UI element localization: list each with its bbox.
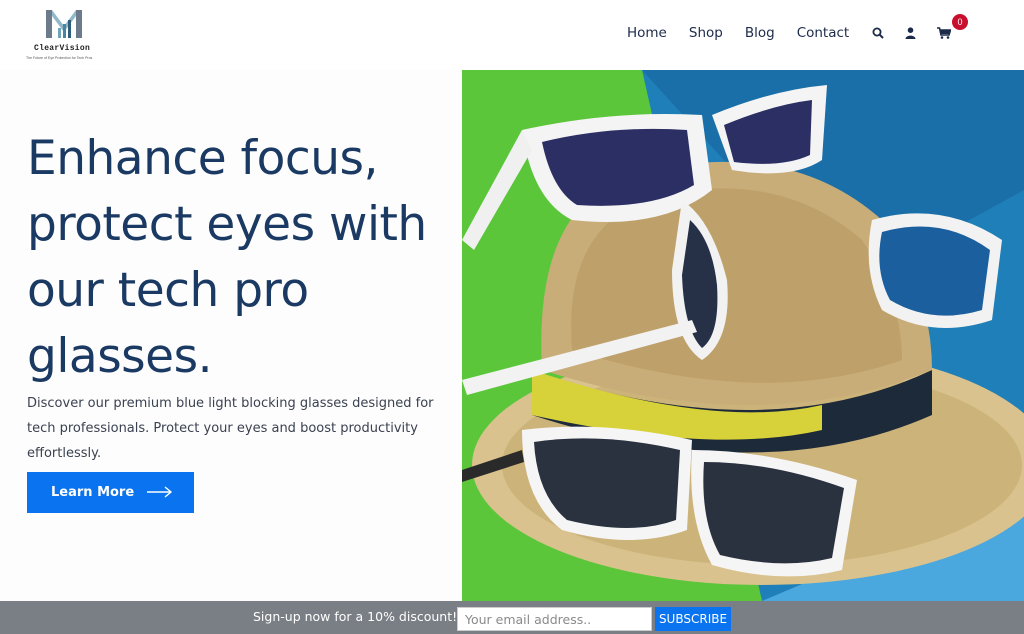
cart-icon[interactable] xyxy=(936,24,952,42)
signup-text: Sign-up now for a 10% discount!! xyxy=(253,609,463,624)
sunglasses-on-hat-illustration xyxy=(462,70,1024,601)
site-header: ClearVision The Future of Eye Protection… xyxy=(0,0,1024,70)
nav-item-home[interactable]: Home xyxy=(627,24,667,42)
signup-bar: Sign-up now for a 10% discount!! SUBSCRI… xyxy=(0,601,1024,634)
user-icon[interactable] xyxy=(902,24,918,42)
learn-more-label: Learn More xyxy=(51,485,135,500)
learn-more-button[interactable]: Learn More xyxy=(27,472,194,513)
hero-title: Enhance focus, protect eyes with our tec… xyxy=(27,131,427,384)
brand-tagline: The Future of Eye Protection for Tech Pr… xyxy=(26,56,93,60)
hero-description: Discover our premium blue light blocking… xyxy=(27,396,434,461)
hero-text-panel: Enhance focus, protect eyes with our tec… xyxy=(0,70,462,601)
search-icon[interactable] xyxy=(870,24,886,42)
hero-product-image xyxy=(462,70,1024,601)
logo-mark-icon xyxy=(46,10,82,38)
email-input[interactable] xyxy=(457,607,652,631)
subscribe-button[interactable]: SUBSCRIBE xyxy=(655,607,731,631)
sunglasses-right xyxy=(868,213,1002,328)
brand-logo[interactable]: ClearVision The Future of Eye Protection… xyxy=(26,6,116,62)
cart-count-badge: 0 xyxy=(952,14,968,30)
nav-item-shop[interactable]: Shop xyxy=(689,24,723,42)
brand-name: ClearVision xyxy=(34,44,91,53)
nav-item-blog[interactable]: Blog xyxy=(745,24,775,42)
arrow-right-icon xyxy=(147,486,173,498)
nav-item-contact[interactable]: Contact xyxy=(797,24,850,42)
main-nav: Home Shop Blog Contact xyxy=(627,24,871,42)
hero-section: Enhance focus, protect eyes with our tec… xyxy=(0,70,1024,601)
